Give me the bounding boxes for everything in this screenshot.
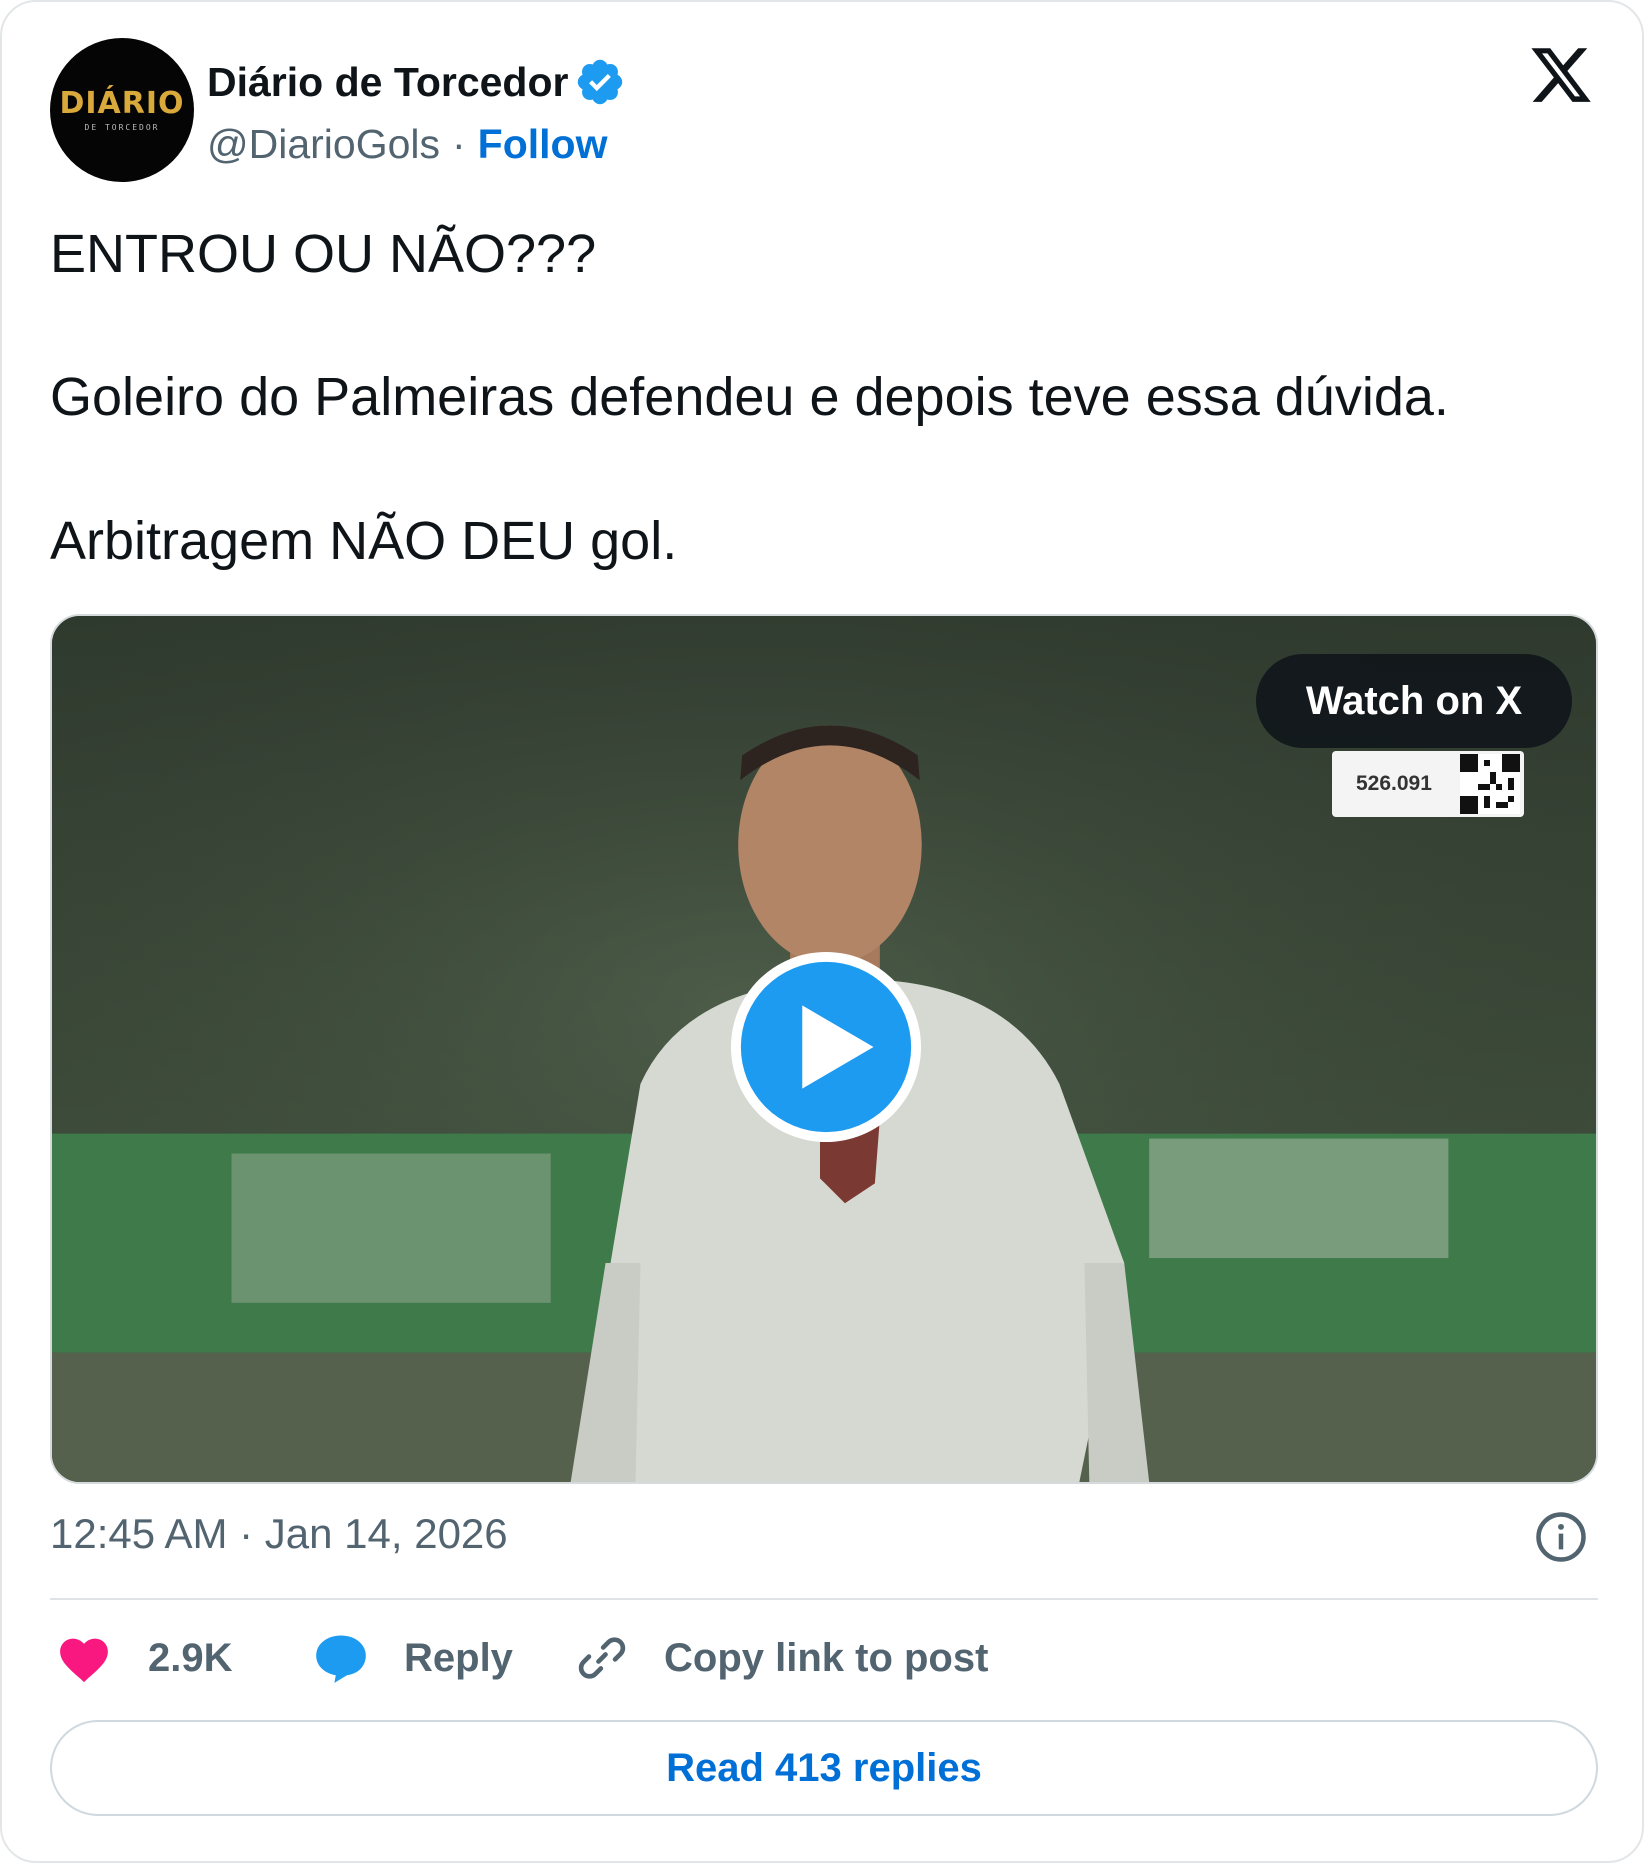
reply-button[interactable]: Reply <box>312 1628 513 1688</box>
info-icon[interactable] <box>1534 1510 1588 1564</box>
post-text-line-1: ENTROU OU NÃO??? <box>50 224 597 284</box>
speech-bubble-icon <box>316 1635 366 1683</box>
like-count: 2.9K <box>148 1635 233 1680</box>
handle-separator: · <box>452 120 466 167</box>
x-logo-icon[interactable] <box>1526 42 1596 108</box>
verified-badge-icon <box>578 59 623 105</box>
link-icon <box>578 1637 626 1679</box>
author-display-name[interactable]: Diário de Torcedor <box>207 59 568 106</box>
follow-button[interactable]: Follow <box>478 121 608 168</box>
actions-divider <box>50 1598 1598 1600</box>
author-avatar[interactable]: DIÁRIO DE TORCEDOR <box>50 38 194 182</box>
post-text-line-3: Arbitragem NÃO DEU gol. <box>50 511 678 571</box>
overlay-number: 526.091 <box>1356 772 1432 795</box>
avatar-logo-text: DIÁRIO <box>59 85 185 121</box>
video-player[interactable]: Watch on X 526.091 <box>50 614 1598 1484</box>
reply-label: Reply <box>404 1635 513 1680</box>
author-name-row[interactable]: Diário de Torcedor <box>207 52 626 112</box>
heart-icon <box>60 1638 108 1683</box>
watch-on-x-button[interactable]: Watch on X <box>1256 654 1572 748</box>
video-overlay-badge: 526.091 <box>1332 751 1524 817</box>
copy-link-button[interactable]: Copy link to post <box>574 1628 988 1688</box>
qr-code-icon <box>1460 754 1520 814</box>
post-timestamp[interactable]: 12:45 AM · Jan 14, 2026 <box>50 1510 508 1558</box>
author-handle[interactable]: @DiarioGols <box>207 121 440 168</box>
copy-link-label: Copy link to post <box>664 1635 989 1680</box>
avatar-sub-text: DE TORCEDOR <box>84 122 160 132</box>
read-replies-button[interactable]: Read 413 replies <box>50 1720 1598 1816</box>
author-handle-row: @DiarioGols · Follow <box>207 116 607 172</box>
embedded-post-card: DIÁRIO DE TORCEDOR Diário de Torcedor @D… <box>0 0 1644 1863</box>
play-icon[interactable] <box>727 948 925 1146</box>
like-button[interactable]: 2.9K <box>56 1628 233 1688</box>
post-text-line-2: Goleiro do Palmeiras defendeu e depois t… <box>50 367 1449 427</box>
